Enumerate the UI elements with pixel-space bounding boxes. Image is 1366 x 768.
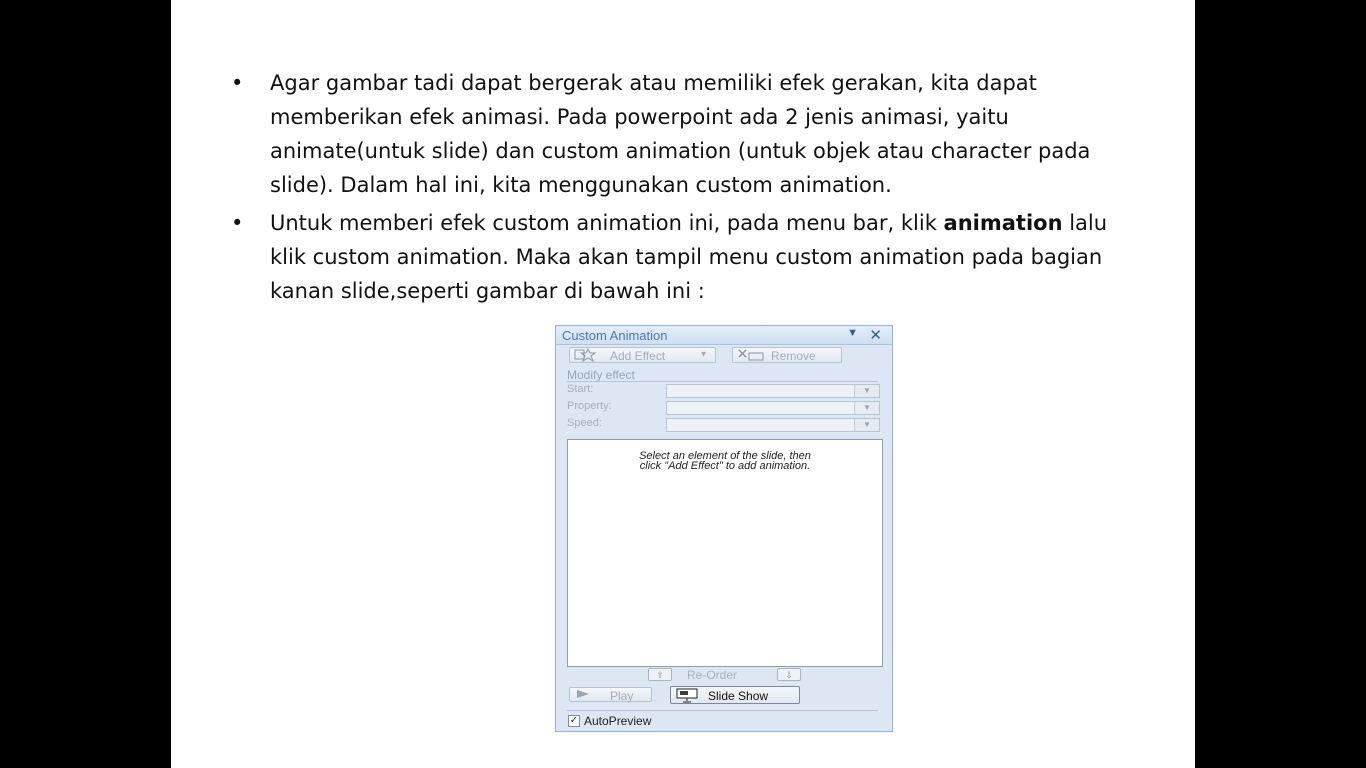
- autopreview-label: AutoPreview: [584, 714, 652, 728]
- chevron-down-icon: ▼: [854, 402, 879, 414]
- bullet-text: Agar gambar tadi dapat bergerak atau mem…: [270, 71, 1091, 197]
- remove-effect-icon: [737, 348, 767, 365]
- add-effect-label: Add Effect: [610, 349, 666, 363]
- reorder-row: ⇧ Re-Order ⇩: [556, 668, 892, 682]
- pane-menu-icon[interactable]: ▼: [847, 327, 858, 339]
- reorder-label: Re-Order: [687, 668, 738, 682]
- bullet-item-2: • Untuk memberi efek custom animation in…: [231, 206, 1131, 308]
- remove-button[interactable]: Remove: [732, 347, 842, 363]
- bullet-item-1: • Agar gambar tadi dapat bergerak atau m…: [231, 66, 1131, 202]
- property-label: Property:: [567, 400, 612, 412]
- bullet-text-before: Untuk memberi efek custom animation ini,…: [270, 211, 944, 235]
- pane-title: Custom Animation: [562, 328, 668, 343]
- start-select[interactable]: ▼: [666, 384, 880, 398]
- add-effect-star-icon: [574, 347, 598, 365]
- move-down-icon[interactable]: ⇩: [777, 668, 801, 681]
- divider: [567, 710, 878, 711]
- speed-select[interactable]: ▼: [666, 418, 880, 432]
- slide-show-label: Slide Show: [708, 689, 769, 703]
- animation-list[interactable]: Select an element of the slide, then cli…: [567, 439, 883, 667]
- remove-label: Remove: [771, 349, 816, 363]
- bullet-marker: •: [231, 71, 244, 95]
- list-hint: Select an element of the slide, then cli…: [568, 451, 882, 472]
- speed-label: Speed:: [567, 417, 602, 429]
- play-label: Play: [610, 689, 634, 703]
- slide: • Agar gambar tadi dapat bergerak atau m…: [171, 0, 1195, 768]
- chevron-down-icon: ▼: [854, 385, 879, 397]
- bullet-list: • Agar gambar tadi dapat bergerak atau m…: [231, 66, 1131, 312]
- autopreview-checkbox[interactable]: ✓: [568, 715, 580, 727]
- move-up-icon[interactable]: ⇧: [648, 668, 672, 681]
- add-effect-button[interactable]: Add Effect ▾: [569, 347, 716, 363]
- bullet-marker: •: [231, 211, 244, 235]
- property-select[interactable]: ▼: [666, 401, 880, 415]
- slide-show-button[interactable]: Slide Show: [670, 686, 800, 704]
- modify-effect-label: Modify effect: [567, 368, 635, 382]
- list-hint-line: click "Add Effect" to add animation.: [639, 460, 811, 472]
- pane-title-bar: Custom Animation ▼ ✕: [556, 326, 892, 345]
- chevron-down-icon: ▼: [854, 419, 879, 431]
- play-button[interactable]: Play: [569, 687, 652, 703]
- start-label: Start:: [567, 383, 594, 395]
- custom-animation-pane: Custom Animation ▼ ✕ Add Effect ▾ Remove…: [555, 325, 893, 732]
- chevron-down-icon: ▾: [701, 349, 707, 360]
- bullet-bold-text: animation: [943, 211, 1063, 235]
- close-icon[interactable]: ✕: [869, 326, 882, 344]
- slide-show-icon: [675, 687, 701, 706]
- divider: [567, 381, 878, 382]
- play-icon: [574, 688, 594, 703]
